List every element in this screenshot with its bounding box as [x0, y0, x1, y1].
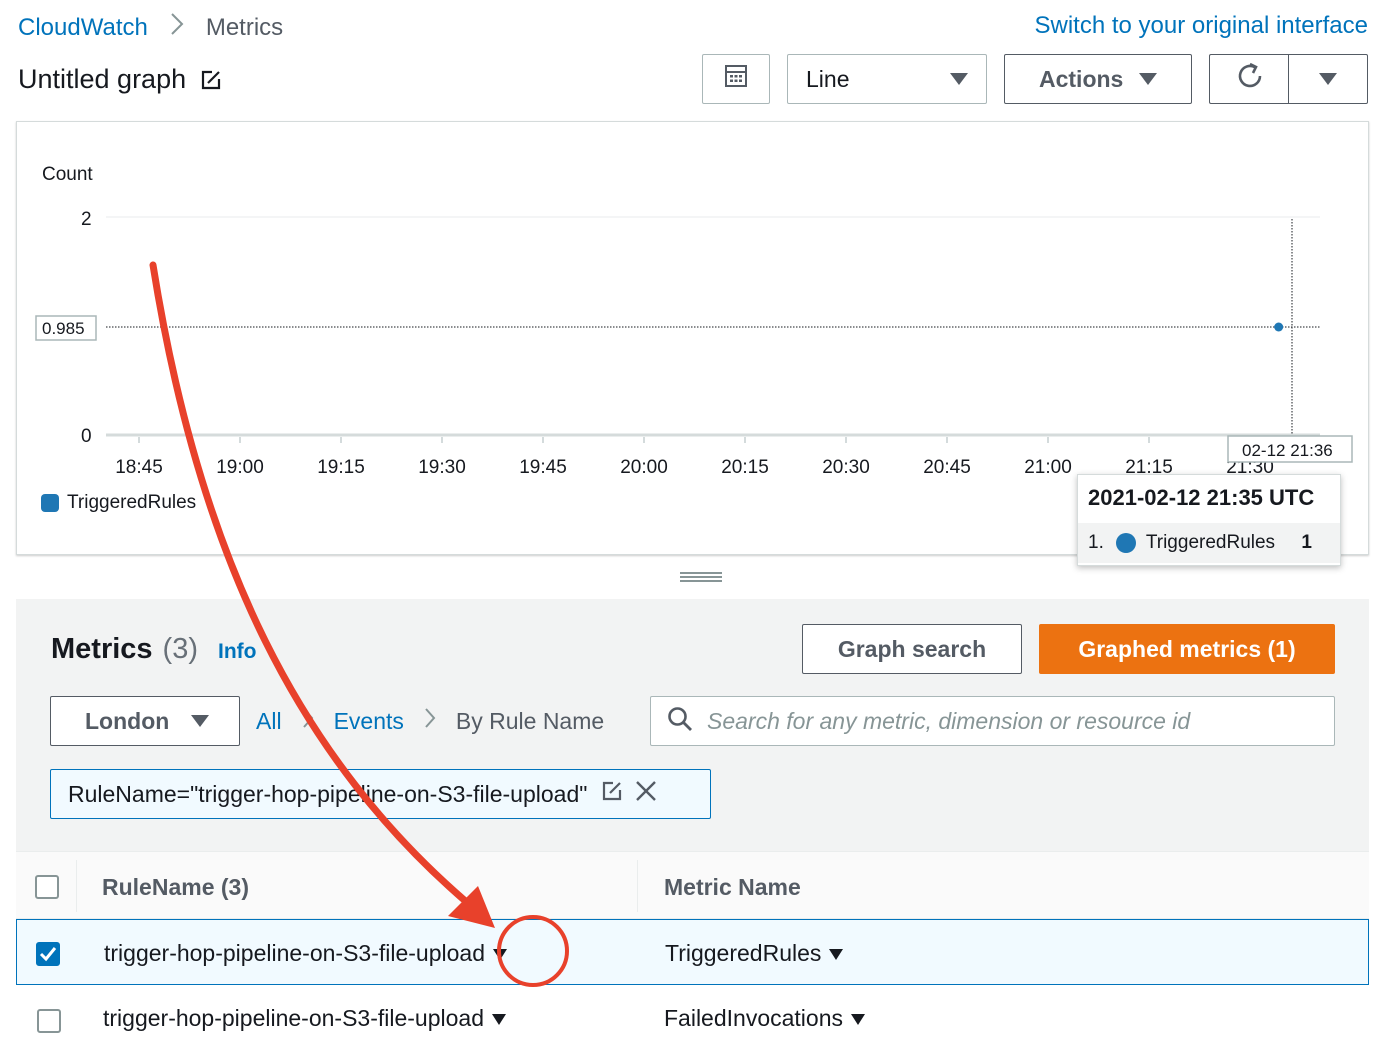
column-header-rulename[interactable]: RuleName (3): [102, 874, 249, 901]
crosshair-x-value: 02-12 21:36: [1242, 441, 1333, 460]
switch-interface-link[interactable]: Switch to your original interface: [1035, 12, 1369, 40]
chart-tooltip: 2021-02-12 21:35 UTC 1. TriggeredRules 1: [1077, 474, 1341, 566]
graph-title-row: Untitled graph: [18, 64, 222, 95]
metrics-table: RuleName (3) Metric Name trigger-hop-pip…: [16, 851, 1369, 1040]
crumb-current: By Rule Name: [455, 707, 605, 734]
crumb-events[interactable]: Events: [334, 708, 404, 735]
breadcrumb-current: Metrics: [205, 13, 284, 41]
crosshair-y-value: 0.985: [42, 319, 85, 338]
y-tick-label: 2: [81, 209, 92, 230]
metric-name-text: TriggeredRules: [665, 940, 822, 966]
refresh-button[interactable]: [1209, 54, 1289, 104]
caret-down-icon: [1319, 73, 1337, 85]
y-tick-label: 0: [81, 426, 92, 447]
actions-button[interactable]: Actions: [1004, 54, 1192, 104]
info-link[interactable]: Info: [218, 640, 256, 664]
rulename-cell: trigger-hop-pipeline-on-S3-file-upload: [104, 940, 507, 967]
select-all-checkbox[interactable]: [35, 875, 59, 899]
table-row[interactable]: trigger-hop-pipeline-on-S3-file-upload F…: [16, 985, 1369, 1040]
caret-down-icon[interactable]: [492, 1014, 506, 1025]
graphed-metrics-button[interactable]: Graphed metrics (1): [1039, 624, 1335, 674]
caret-down-icon[interactable]: [493, 949, 507, 960]
search-icon: [667, 706, 693, 737]
table-row[interactable]: trigger-hop-pipeline-on-S3-file-upload T…: [16, 919, 1369, 985]
x-axis-ticks: 18:45 19:00 19:15 19:30 19:45 20:00 20:15 20:30…: [115, 437, 1274, 478]
metrics-count: (3): [162, 633, 198, 665]
column-divider: [76, 860, 77, 912]
x-tick-label: 19:00: [216, 457, 264, 478]
metric-name-cell: TriggeredRules: [665, 940, 844, 967]
x-tick-label: 19:45: [519, 457, 567, 478]
tooltip-series-name: TriggeredRules: [1145, 532, 1276, 553]
crumb-all[interactable]: All: [256, 708, 282, 735]
metric-search[interactable]: [650, 696, 1335, 746]
caret-down-icon: [191, 715, 209, 727]
caret-down-icon[interactable]: [829, 949, 844, 960]
chevron-right-icon: [302, 707, 314, 735]
x-tick-label: 19:30: [418, 457, 466, 478]
search-input[interactable]: [707, 707, 1287, 735]
x-tick-label: 20:15: [721, 457, 769, 478]
series-points: [1274, 322, 1284, 332]
rulename-text: trigger-hop-pipeline-on-S3-file-upload: [103, 1005, 484, 1031]
data-point[interactable]: [1274, 322, 1284, 332]
tooltip-row: 1. TriggeredRules 1: [1078, 523, 1340, 563]
region-select[interactable]: London: [50, 696, 240, 746]
region-value: London: [85, 707, 170, 734]
legend-label: TriggeredRules: [67, 492, 197, 513]
refresh-icon: [1235, 61, 1265, 97]
y-axis-label: Count: [42, 164, 93, 185]
legend-swatch: [41, 494, 59, 512]
tooltip-index: 1.: [1088, 532, 1104, 553]
tooltip-value: 1: [1301, 532, 1312, 553]
rulename-text: trigger-hop-pipeline-on-S3-file-upload: [104, 940, 485, 966]
close-icon[interactable]: [635, 780, 657, 808]
rulename-cell: trigger-hop-pipeline-on-S3-file-upload: [103, 1005, 506, 1032]
edit-icon[interactable]: [200, 69, 222, 91]
refresh-options-button[interactable]: [1288, 54, 1368, 104]
checkmark-icon: [39, 947, 57, 962]
breadcrumb: CloudWatch Metrics: [18, 12, 283, 43]
x-tick-label: 20:45: [923, 457, 971, 478]
tooltip-title: 2021-02-12 21:35 UTC: [1088, 485, 1315, 510]
actions-label: Actions: [1039, 65, 1124, 92]
row-checkbox[interactable]: [36, 942, 60, 966]
metrics-title: Metrics: [51, 633, 153, 665]
caret-down-icon: [950, 73, 968, 85]
graph-search-button[interactable]: Graph search: [802, 624, 1022, 674]
x-tick-label: 21:00: [1024, 457, 1072, 478]
namespace-breadcrumb: All Events By Rule Name: [256, 707, 604, 735]
x-tick-label: 18:45: [115, 457, 163, 478]
graph-title: Untitled graph: [18, 64, 187, 94]
chart-type-select[interactable]: Line: [787, 54, 987, 104]
chevron-right-icon: [424, 707, 436, 735]
column-header-metric-name[interactable]: Metric Name: [664, 874, 801, 901]
caret-down-icon[interactable]: [851, 1014, 865, 1025]
column-divider: [637, 860, 638, 912]
chart-legend[interactable]: TriggeredRules: [41, 492, 196, 514]
caret-down-icon: [1139, 73, 1157, 85]
filter-token: RuleName="trigger-hop-pipeline-on-S3-fil…: [50, 769, 711, 819]
metric-name-cell: FailedInvocations: [664, 1005, 865, 1032]
grid-icon: [724, 64, 748, 94]
resize-handle-icon[interactable]: [678, 570, 724, 584]
x-tick-label: 20:00: [620, 457, 668, 478]
filter-token-text: RuleName="trigger-hop-pipeline-on-S3-fil…: [68, 780, 588, 807]
metrics-heading: Metrics (3) Info: [51, 633, 256, 666]
chevron-right-icon: [170, 12, 184, 43]
tooltip-series-swatch: [1115, 533, 1136, 553]
x-tick-label: 20:30: [822, 457, 870, 478]
table-view-button[interactable]: [702, 54, 770, 104]
table-header: RuleName (3) Metric Name: [16, 851, 1369, 919]
x-tick-label: 19:15: [317, 457, 365, 478]
metric-name-text: FailedInvocations: [664, 1005, 843, 1031]
edit-icon[interactable]: [601, 780, 623, 808]
metrics-panel: Metrics (3) Info Graph search Graphed me…: [16, 599, 1369, 1040]
chart-type-value: Line: [806, 65, 850, 92]
row-checkbox[interactable]: [37, 1009, 61, 1033]
breadcrumb-cloudwatch-link[interactable]: CloudWatch: [18, 14, 148, 42]
